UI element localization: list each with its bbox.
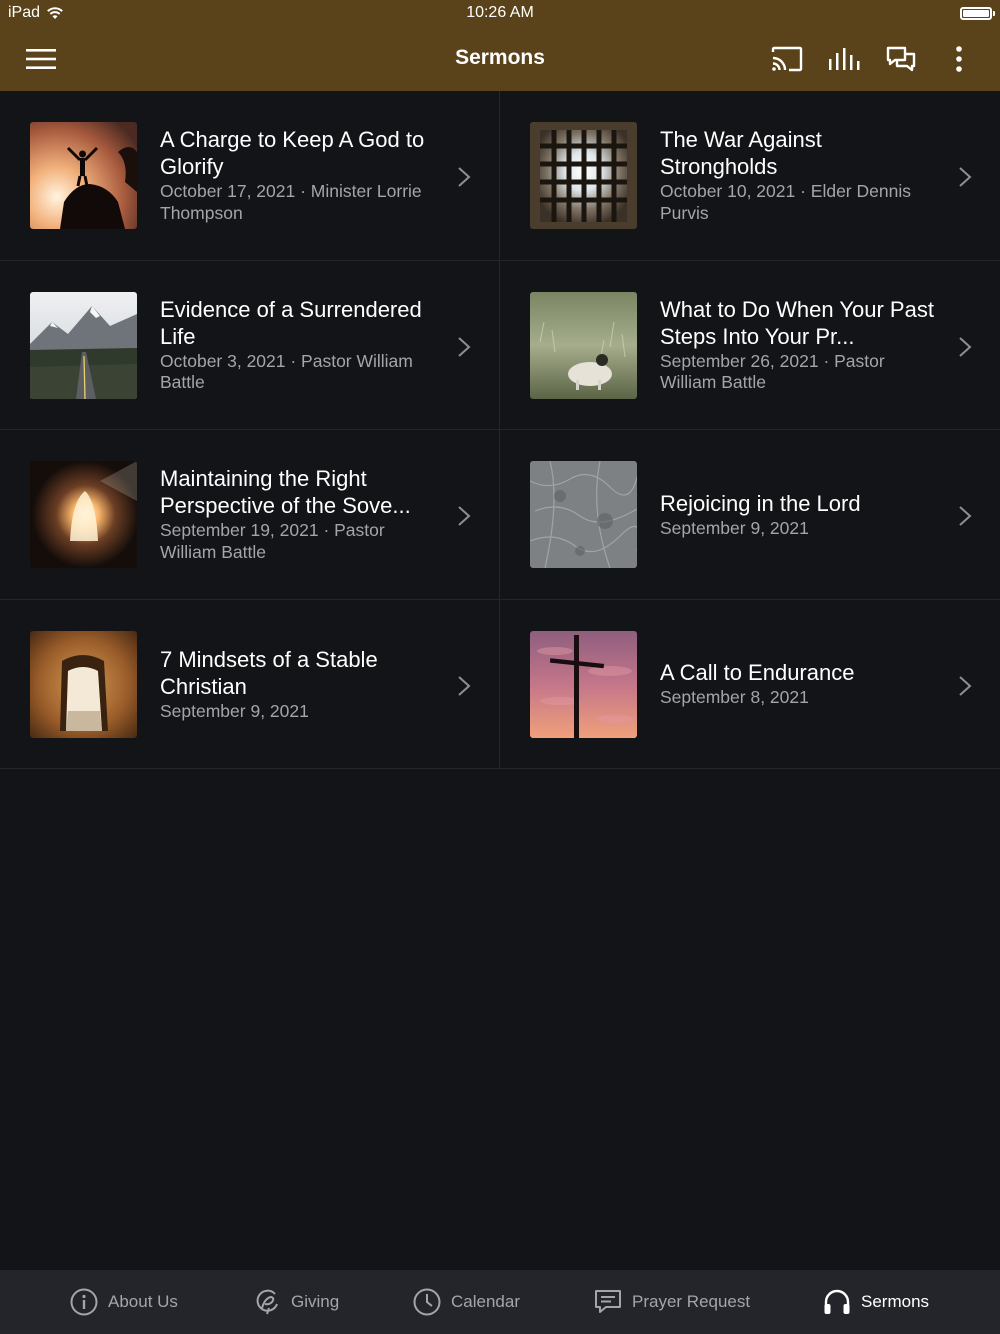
sermon-title: 7 Mindsets of a Stable Christian: [160, 646, 378, 699]
sermon-item[interactable]: A Call to Endurance September 8, 2021: [500, 600, 1000, 769]
sermon-text: Evidence of a Surrendered Life October 3…: [160, 261, 440, 430]
tab-label: About Us: [108, 1292, 178, 1311]
sermon-item[interactable]: What to Do When Your Past Steps Into You…: [500, 261, 1000, 430]
sermon-text: Maintaining the Right Perspective of the…: [160, 430, 440, 599]
tab-giving[interactable]: Giving: [253, 1270, 339, 1334]
sermon-text: Rejoicing in the Lord September 9, 2021: [660, 430, 940, 599]
giving-icon: [256, 1289, 278, 1315]
chevron-right-icon: [458, 336, 471, 357]
clock-icon: [413, 1288, 441, 1316]
sermon-text: What to Do When Your Past Steps Into You…: [660, 261, 940, 430]
sermon-subtitle: September 9, 2021: [160, 700, 309, 721]
sermon-item[interactable]: 7 Mindsets of a Stable Christian Septemb…: [0, 599, 500, 769]
chevron-right-icon: [959, 167, 972, 187]
sermon-item[interactable]: Evidence of a Surrendered Life October 3…: [0, 260, 500, 430]
tab-prayer-request[interactable]: Prayer Request: [594, 1270, 750, 1334]
tab-label: Prayer Request: [632, 1292, 751, 1311]
sermon-item[interactable]: The War Against Strongholds October 10, …: [500, 91, 1000, 261]
sermon-subtitle: September 19, 2021 · Pastor William Batt…: [160, 520, 385, 562]
sermon-thumbnail: [530, 291, 637, 399]
tab-label: Sermons: [861, 1292, 930, 1311]
sermon-subtitle: October 17, 2021 · Minister Lorrie Thomp…: [160, 181, 422, 223]
sermon-text: A Call to Endurance September 8, 2021: [660, 600, 940, 769]
sermon-title: A Call to Endurance: [660, 660, 855, 685]
sermon-subtitle: September 26, 2021 · Pastor William Batt…: [660, 350, 885, 393]
sermon-subtitle: October 3, 2021 · Pastor William Battle: [160, 350, 413, 393]
chevron-right-icon: [959, 675, 972, 696]
sermon-item[interactable]: A Charge to Keep A God to Glorify Octobe…: [0, 91, 500, 261]
sermon-subtitle: September 9, 2021: [660, 517, 809, 538]
chevron-right-icon: [458, 675, 471, 696]
headphones-icon: [824, 1289, 850, 1314]
equalizer-icon[interactable]: [827, 42, 861, 76]
sermon-text: A Charge to Keep A God to Glorify Octobe…: [160, 91, 440, 260]
more-icon[interactable]: [942, 42, 976, 76]
sermon-title: What to Do When Your Past Steps Into You…: [660, 296, 934, 349]
status-time: 10:26 AM: [466, 4, 534, 21]
tab-bar: About Us Giving Calendar Prayer Request …: [0, 1270, 1000, 1334]
sermon-title: Rejoicing in the Lord: [660, 490, 861, 516]
sermon-subtitle: September 8, 2021: [660, 687, 809, 707]
sermon-item[interactable]: Maintaining the Right Perspective of the…: [0, 430, 500, 600]
chevron-right-icon: [959, 506, 972, 526]
battery-icon: [960, 7, 995, 20]
chevron-right-icon: [959, 336, 972, 357]
tab-label: Calendar: [451, 1292, 520, 1311]
sermon-thumbnail: [30, 630, 137, 738]
sermon-thumbnail: [30, 291, 137, 399]
chevron-right-icon: [458, 506, 471, 526]
sermon-title: A Charge to Keep A God to Glorify: [160, 127, 425, 180]
tab-sermons[interactable]: Sermons: [823, 1270, 929, 1334]
tab-about-us[interactable]: About Us: [70, 1270, 178, 1334]
tab-label: Giving: [291, 1292, 340, 1311]
chevron-right-icon: [458, 167, 471, 187]
chat-icon[interactable]: [884, 42, 918, 76]
sermon-title: Maintaining the Right Perspective of the…: [160, 466, 411, 519]
status-bar: iPad 10:26 AM: [0, 0, 1000, 28]
tab-calendar[interactable]: Calendar: [413, 1270, 520, 1334]
sermon-text: 7 Mindsets of a Stable Christian Septemb…: [160, 600, 440, 769]
cast-icon[interactable]: [770, 42, 804, 76]
sermon-thumbnail: [530, 630, 637, 738]
message-icon: [595, 1290, 621, 1313]
sermon-thumbnail: [30, 461, 137, 568]
sermon-title: The War Against Strongholds: [660, 127, 822, 180]
info-icon: [70, 1288, 98, 1316]
sermon-thumbnail: [530, 461, 637, 568]
sermon-subtitle: October 10, 2021 · Elder Dennis Purvis: [660, 181, 911, 223]
nav-bar: Sermons: [0, 28, 1000, 91]
sermon-title: Evidence of a Surrendered Life: [160, 296, 422, 349]
sermon-item[interactable]: Rejoicing in the Lord September 9, 2021: [500, 430, 1000, 600]
sermon-text: The War Against Strongholds October 10, …: [660, 91, 940, 260]
sermon-thumbnail: [530, 122, 637, 229]
sermon-grid: A Charge to Keep A God to Glorify Octobe…: [0, 91, 1000, 769]
sermon-thumbnail: [30, 122, 137, 229]
